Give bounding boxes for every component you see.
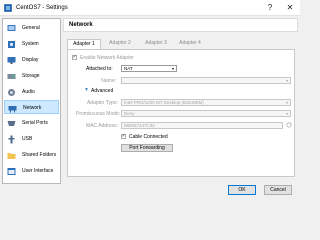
name-dropdown[interactable]: ▾ [121, 77, 291, 84]
chevron-down-icon: ▾ [285, 100, 288, 105]
adapter-type-dropdown[interactable]: Intel PRO/1000 MT Desktop (82540EM) ▾ [121, 99, 291, 106]
section-title: Network [69, 22, 93, 28]
advanced-expand-icon[interactable]: ▼ [84, 87, 89, 93]
close-button[interactable]: ✕ [280, 0, 300, 15]
sidebar-item-label: Storage [22, 73, 40, 79]
mac-address-value: 080027447C32 [124, 123, 155, 128]
cable-connected-checkbox[interactable] [121, 133, 126, 139]
help-button[interactable]: ? [262, 0, 278, 15]
settings-sidebar: General System Display Storage Audio Net… [2, 18, 61, 184]
sidebar-item-label: General [22, 25, 40, 31]
attached-to-dropdown[interactable]: NAT ▾ [121, 65, 177, 72]
mac-address-label: MAC Address: [86, 123, 118, 129]
sidebar-item-label: Display [22, 57, 39, 63]
shared-folder-icon [7, 153, 16, 159]
chevron-down-icon: ▾ [285, 78, 288, 83]
attached-to-value: NAT [124, 66, 133, 71]
sidebar-item-audio[interactable]: Audio [4, 85, 59, 99]
network-icon [8, 106, 17, 113]
adapter-tabs: Adapter 1 Adapter 2 Adapter 3 Adapter 4 [67, 39, 295, 50]
title-bar: CentOS7 - Settings ? ✕ [0, 0, 300, 16]
advanced-toggle[interactable]: Advanced [91, 88, 113, 94]
refresh-mac-icon[interactable] [286, 122, 292, 128]
enable-adapter-label: Enable Network Adapter [80, 55, 134, 61]
name-label: Name: [101, 78, 116, 84]
attached-to-label: Attached to: [86, 66, 113, 72]
enable-adapter-checkbox[interactable] [72, 54, 77, 60]
cable-connected-label: Cable Connected [129, 134, 168, 140]
tab-adapter-4[interactable]: Adapter 4 [173, 39, 207, 49]
sidebar-item-label: Serial Ports [22, 120, 48, 126]
cancel-button[interactable]: Cancel [264, 185, 292, 195]
mac-address-field[interactable]: 080027447C32 [121, 122, 283, 129]
promiscuous-mode-label: Promiscuous Mode: [76, 111, 121, 117]
network-settings-pane: Network Adapter 1 Adapter 2 Adapter 3 Ad… [63, 18, 298, 182]
sidebar-item-user-interface[interactable]: User Interface [4, 164, 59, 178]
sidebar-item-label: System [22, 41, 39, 47]
window-title: CentOS7 - Settings [16, 5, 68, 11]
ok-button[interactable]: OK [228, 185, 256, 195]
tab-adapter-2[interactable]: Adapter 2 [103, 39, 137, 49]
promiscuous-mode-dropdown[interactable]: Deny ▾ [121, 110, 291, 117]
sidebar-item-label: USB [22, 136, 33, 142]
sidebar-item-general[interactable]: General [4, 21, 59, 35]
adapter-type-value: Intel PRO/1000 MT Desktop (82540EM) [124, 100, 204, 105]
chevron-down-icon: ▾ [171, 66, 174, 71]
sidebar-item-storage[interactable]: Storage [4, 69, 59, 83]
user-interface-icon [7, 168, 16, 175]
sidebar-item-label: User Interface [22, 168, 54, 174]
sidebar-item-system[interactable]: System [4, 37, 59, 51]
sidebar-item-label: Shared Folders [22, 152, 57, 158]
storage-icon [7, 74, 16, 79]
sidebar-item-network[interactable]: Network [4, 100, 59, 114]
section-header: Network [63, 18, 298, 32]
general-icon [7, 25, 16, 31]
usb-icon [8, 135, 15, 144]
sidebar-item-label: Audio [22, 89, 35, 95]
system-icon [8, 41, 15, 48]
chevron-down-icon: ▾ [285, 111, 288, 116]
promiscuous-mode-value: Deny [124, 111, 135, 116]
sidebar-item-shared-folders[interactable]: Shared Folders [4, 148, 59, 162]
sidebar-item-serial-ports[interactable]: Serial Ports [4, 116, 59, 130]
sidebar-item-display[interactable]: Display [4, 53, 59, 67]
sidebar-item-label: Network [23, 105, 42, 111]
virtualbox-app-icon [4, 4, 12, 12]
tab-adapter-3[interactable]: Adapter 3 [139, 39, 173, 49]
sidebar-item-usb[interactable]: USB [4, 132, 59, 146]
display-icon [7, 57, 16, 64]
adapter-type-label: Adapter Type: [86, 100, 118, 106]
audio-icon [8, 89, 15, 96]
port-forwarding-button[interactable]: Port Forwarding [121, 144, 173, 152]
serial-port-icon [7, 121, 16, 126]
adapter-panel: Enable Network Adapter Attached to: NAT … [67, 49, 295, 177]
